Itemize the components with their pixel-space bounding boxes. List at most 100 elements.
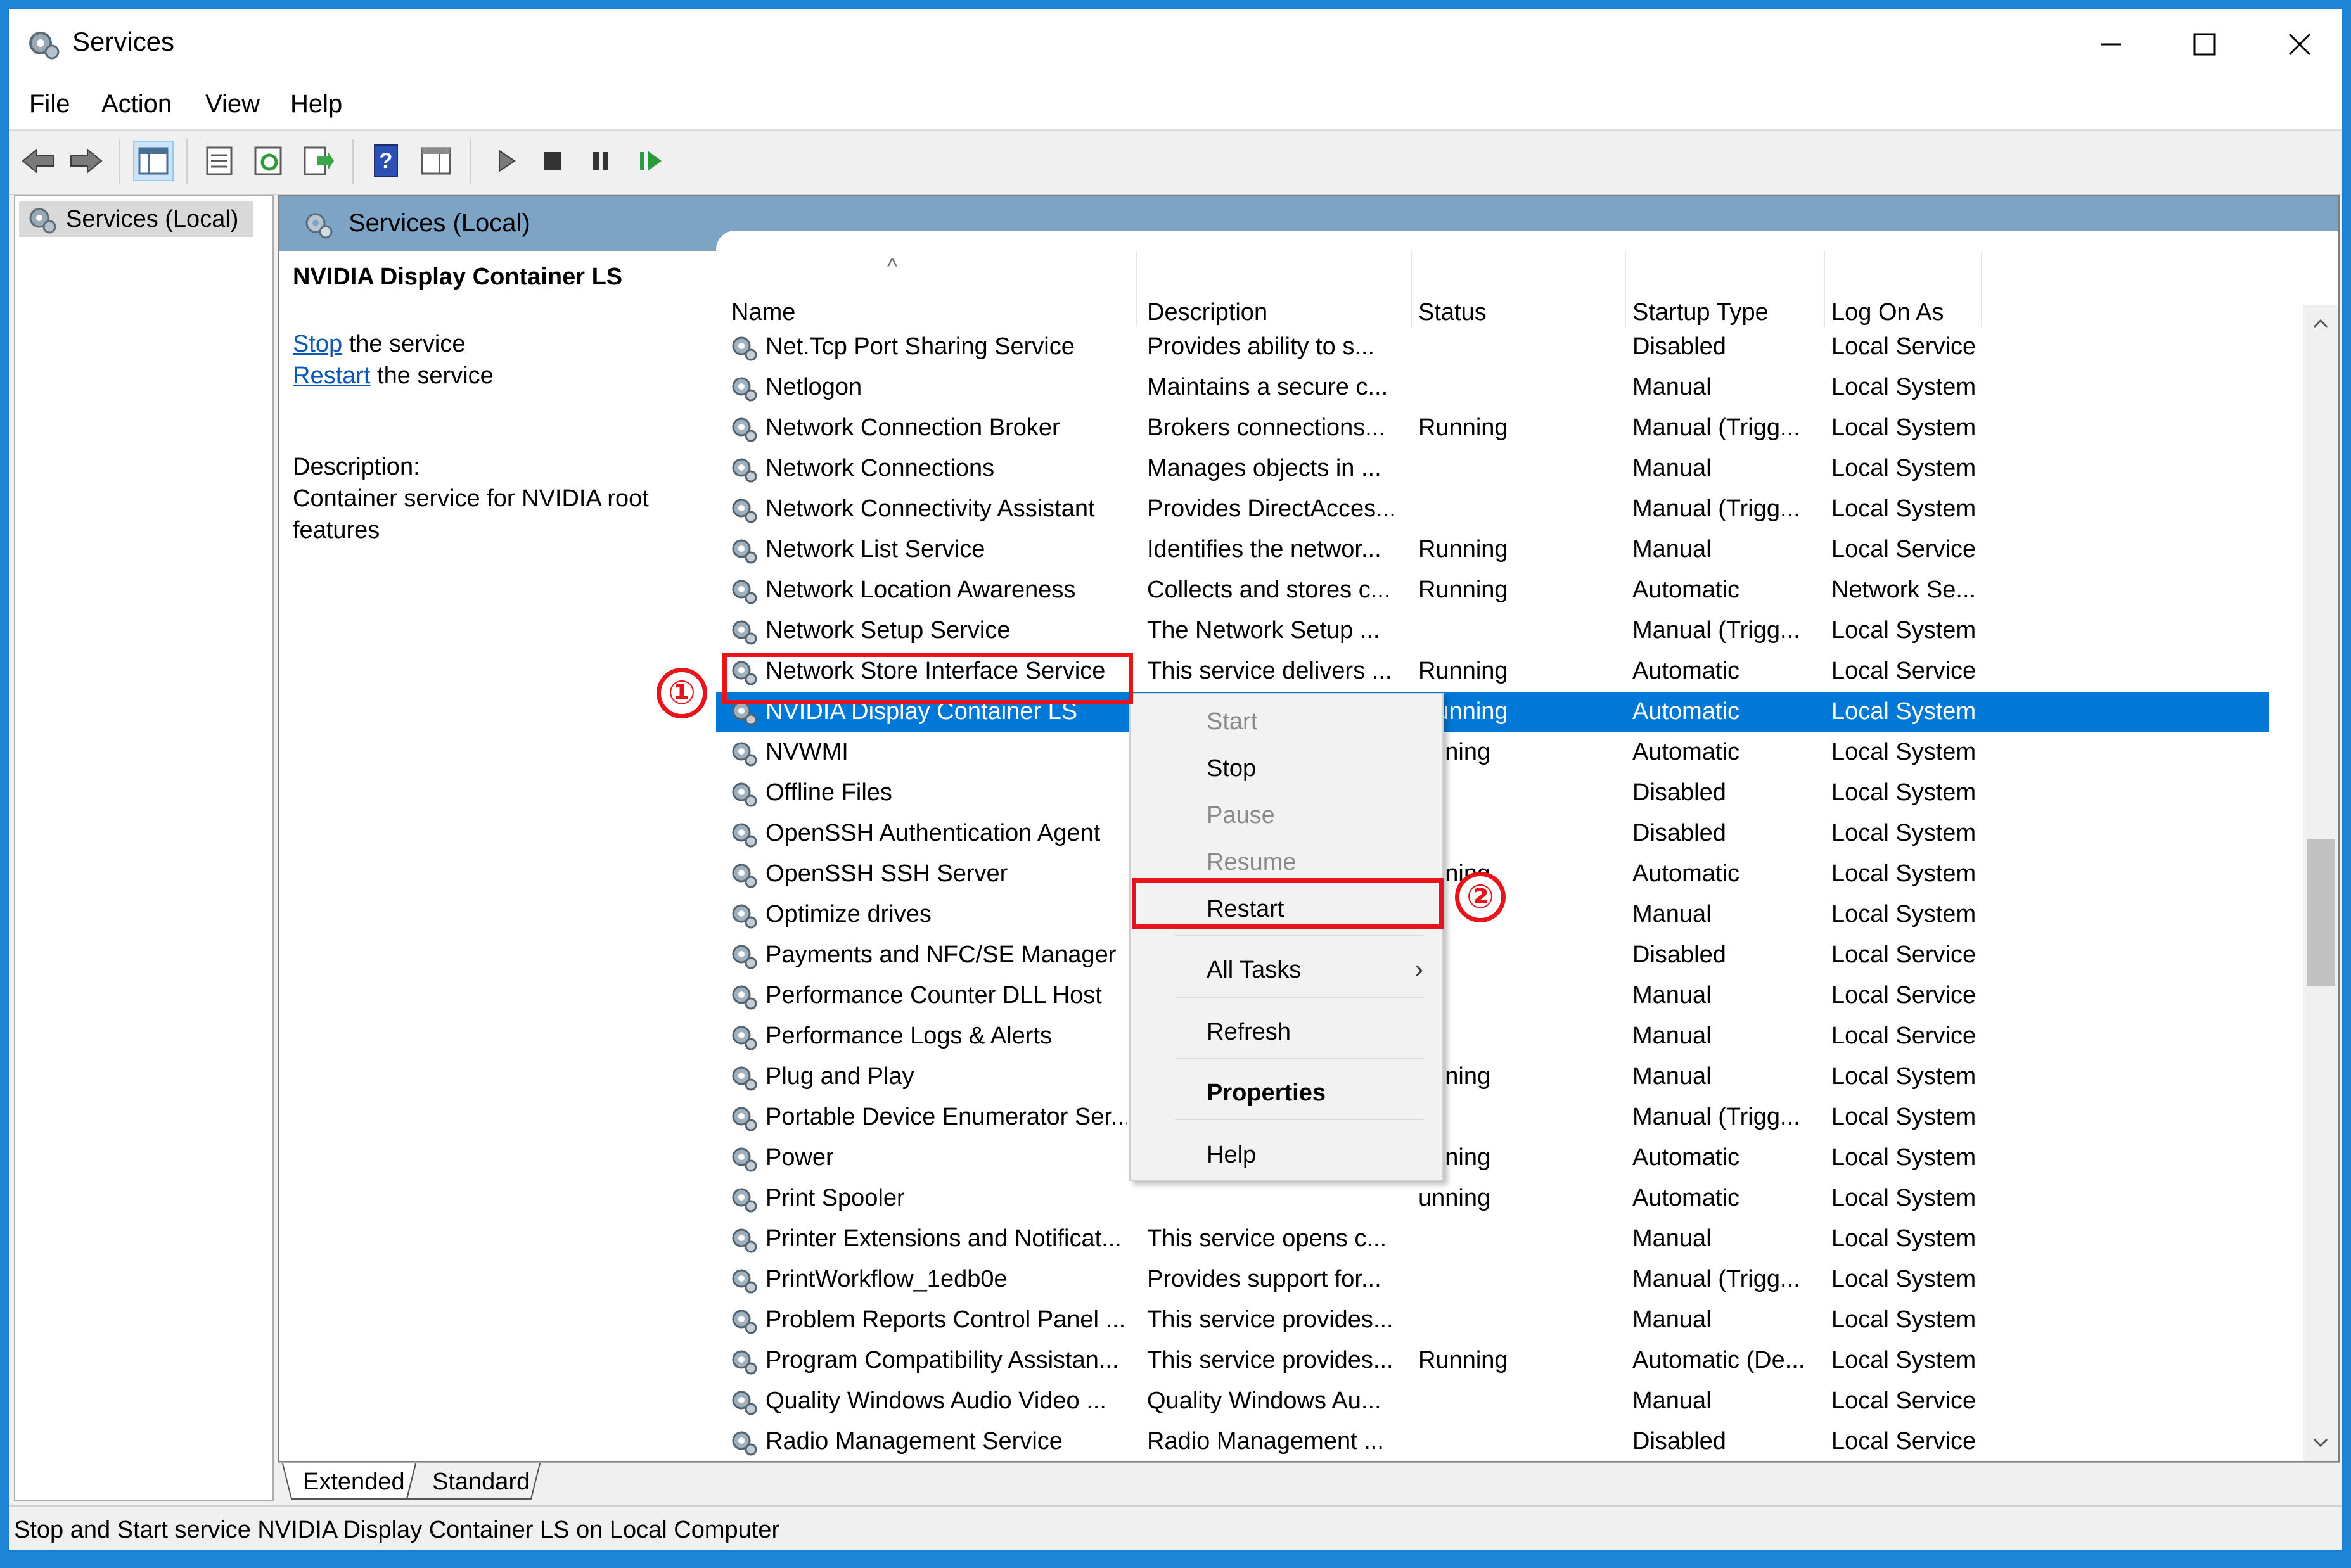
minimize-button[interactable] (2063, 19, 2158, 70)
table-row[interactable]: Portable Device Enumerator Ser... Manual … (716, 1097, 2269, 1138)
table-row[interactable]: Payments and NFC/SE Manager Disabled Local… (716, 935, 2269, 976)
service-gear-icon (732, 1228, 757, 1253)
context-menu-start[interactable]: Start (1131, 702, 1442, 740)
context-menu-all-tasks[interactable]: All Tasks › (1131, 950, 1442, 988)
help-toolbar-button[interactable]: ? (366, 141, 407, 181)
table-row[interactable]: OpenSSH Authentication Agent Disabled Loca… (716, 813, 2269, 854)
cell-logon: Local Service (1831, 941, 1976, 968)
cell-status: unning (1418, 1063, 1491, 1090)
cell-name: Network Connectivity Assistant (766, 495, 1095, 522)
column-header-status[interactable]: Status (1418, 299, 1487, 326)
scroll-down-button[interactable] (2303, 1425, 2338, 1461)
forward-button[interactable] (66, 141, 106, 181)
toolbar-separator (186, 139, 188, 184)
table-row[interactable]: Network Location Awareness Collects and s… (716, 570, 2269, 611)
description-label: Description: (293, 454, 420, 480)
step1-highlight-box (722, 653, 1133, 704)
tab-extended[interactable]: Extended (303, 1463, 405, 1504)
context-menu-resume[interactable]: Resume (1131, 843, 1442, 881)
table-row[interactable]: Performance Counter DLL Host Manual Local … (716, 976, 2269, 1016)
cell-description: Manages objects in ... (1147, 455, 1381, 481)
context-menu-stop[interactable]: Stop (1131, 749, 1442, 787)
table-row[interactable]: Quality Windows Audio Video ... Quality W… (716, 1381, 2269, 1422)
table-row[interactable]: Print Spooler unning Automatic Local System (716, 1178, 2269, 1219)
restart-service-button[interactable] (630, 141, 670, 181)
tree-item-services-local[interactable]: Services (Local) (19, 201, 253, 237)
table-row[interactable]: Performance Logs & Alerts Manual Local Ser… (716, 1016, 2269, 1057)
table-row[interactable]: Offline Files Disabled Local System (716, 773, 2269, 813)
table-row[interactable]: Plug and Play unning Manual Local System (716, 1057, 2269, 1097)
column-header-log-on-as[interactable]: Log On As (1831, 299, 1944, 326)
stop-service-link[interactable]: Stop (293, 331, 342, 357)
stop-service-button[interactable] (532, 141, 573, 181)
menu-file[interactable]: File (29, 90, 70, 118)
column-header-startup-type[interactable]: Startup Type (1632, 299, 1769, 326)
column-header-name[interactable]: Name (731, 299, 795, 326)
cell-name: Network Connections (766, 455, 995, 481)
cell-description: This service opens c... (1147, 1225, 1387, 1252)
restart-icon (640, 151, 662, 171)
cell-description: This service delivers ... (1147, 658, 1392, 684)
cell-startup: Disabled (1632, 333, 1726, 360)
cell-logon: Local Service (1831, 1387, 1976, 1414)
service-context-menu: Start Stop Pause Resume Restart All Task… (1129, 693, 1444, 1181)
table-row[interactable]: Problem Reports Control Panel ... This se… (716, 1300, 2269, 1341)
cell-logon: Local System (1831, 860, 1976, 887)
refresh-toolbar-button[interactable] (248, 141, 289, 181)
service-gear-icon (732, 1431, 757, 1456)
table-row[interactable]: Net.Tcp Port Sharing Service Provides abi… (716, 327, 2269, 367)
cell-startup: Automatic (De... (1632, 1347, 1805, 1374)
cell-logon: Local System (1831, 1104, 1976, 1130)
table-row[interactable]: Radio Management Service Radio Management… (716, 1422, 2269, 1461)
table-row[interactable]: Network List Service Identifies the netwo… (716, 530, 2269, 570)
cell-name: Quality Windows Audio Video ... (766, 1387, 1106, 1414)
vertical-scrollbar[interactable] (2303, 305, 2338, 1461)
export-icon (304, 146, 334, 175)
table-row[interactable]: PrintWorkflow_1edb0e Provides support for… (716, 1259, 2269, 1300)
context-menu-properties[interactable]: Properties (1131, 1073, 1442, 1111)
service-gear-icon (732, 864, 757, 888)
cell-logon: Local System (1831, 1306, 1976, 1333)
service-gear-icon (732, 1107, 757, 1131)
column-header-description[interactable]: Description (1147, 299, 1267, 326)
service-gear-icon (732, 782, 757, 807)
toolbar-separator (119, 139, 120, 184)
properties-toolbar-button[interactable] (199, 141, 240, 181)
action-pane-icon (421, 147, 451, 175)
menu-help[interactable]: Help (290, 90, 342, 118)
start-service-button[interactable] (485, 141, 526, 181)
context-menu-pause[interactable]: Pause (1131, 796, 1442, 834)
table-row[interactable]: Program Compatibility Assistan... This se… (716, 1341, 2269, 1381)
cell-startup: Manual (1632, 1387, 1712, 1414)
cell-logon: Local System (1831, 1144, 1976, 1171)
context-menu-refresh[interactable]: Refresh (1131, 1012, 1442, 1050)
context-menu-help[interactable]: Help (1131, 1135, 1442, 1173)
scroll-up-button[interactable] (2303, 305, 2338, 341)
table-row[interactable]: NVWMI unning Automatic Local System (716, 732, 2269, 773)
export-list-button[interactable] (298, 141, 338, 181)
scrollbar-thumb[interactable] (2307, 839, 2335, 986)
cell-status: unning (1418, 860, 1491, 887)
table-row[interactable]: Network Setup Service The Network Setup .… (716, 611, 2269, 651)
cell-logon: Local System (1831, 1347, 1976, 1374)
properties-icon (206, 146, 233, 175)
table-row[interactable]: Network Connectivity Assistant Provides D… (716, 489, 2269, 530)
back-button[interactable] (18, 141, 58, 181)
menu-action[interactable]: Action (101, 90, 172, 118)
table-row[interactable]: Power unning Automatic Local System (716, 1138, 2269, 1178)
tab-standard[interactable]: Standard (432, 1463, 530, 1504)
close-button[interactable] (2252, 19, 2342, 70)
pause-service-button[interactable] (580, 141, 621, 181)
action-pane-button[interactable] (416, 141, 456, 181)
cell-logon: Local System (1831, 698, 1976, 725)
table-row[interactable]: Network Connection Broker Brokers connect… (716, 408, 2269, 449)
table-row[interactable]: Netlogon Maintains a secure c... Manual Loc… (716, 367, 2269, 408)
context-menu-all-tasks-label: All Tasks (1207, 957, 1302, 983)
show-hide-console-tree-button[interactable] (133, 141, 174, 181)
maximize-button[interactable] (2157, 19, 2252, 70)
menu-view[interactable]: View (205, 90, 260, 118)
services-gear-icon (29, 208, 56, 234)
restart-service-link[interactable]: Restart (293, 362, 370, 389)
table-row[interactable]: Network Connections Manages objects in ..… (716, 449, 2269, 489)
table-row[interactable]: Printer Extensions and Notificat... This … (716, 1219, 2269, 1259)
